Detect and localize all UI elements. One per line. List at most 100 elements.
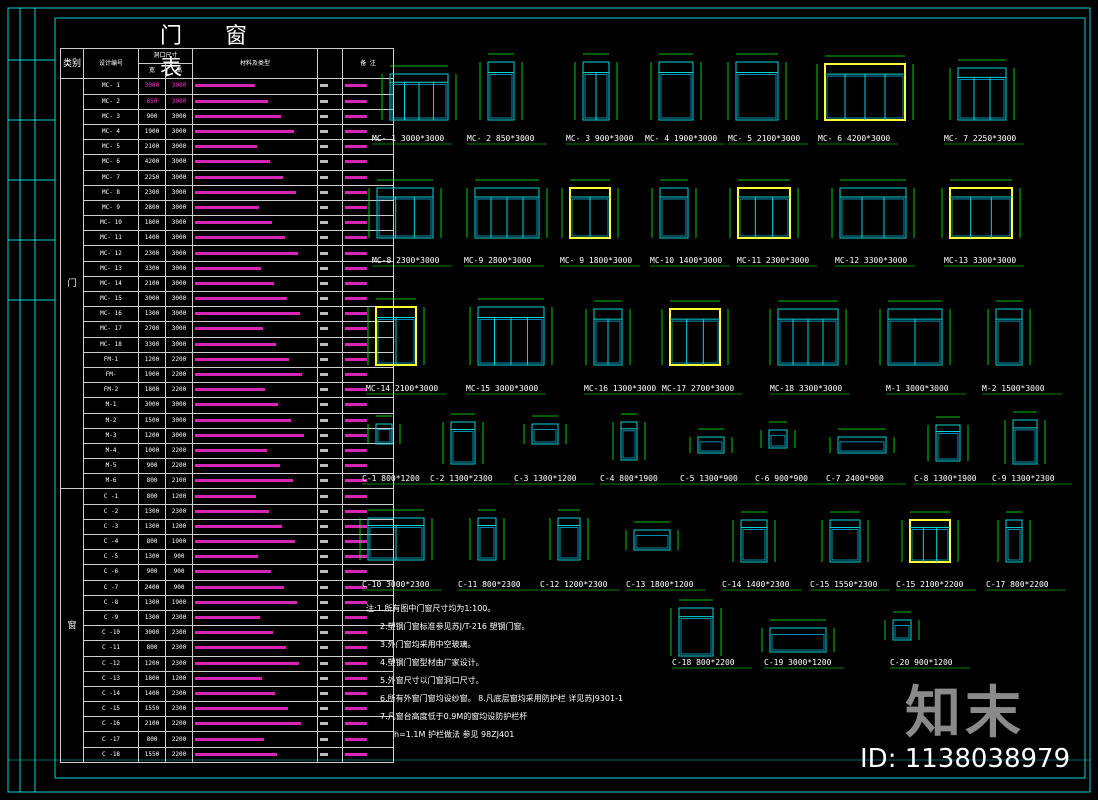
elevation-label: MC-11 2300*3000 — [737, 256, 810, 265]
elevation-label: MC- 3 900*3000 — [566, 134, 634, 143]
glass-pane — [742, 529, 766, 561]
watermark-brand: 知末 — [905, 681, 1025, 746]
window-frame — [1005, 519, 1023, 563]
elevation-label: MC- 6 4200*3000 — [818, 134, 891, 143]
glass-pane — [937, 433, 959, 460]
glass-pane — [377, 429, 391, 443]
elevation-label: MC- 4 1900*3000 — [645, 134, 718, 143]
notes-block: 注:1.所有图中门窗尺寸均为1:100。 2.塑钢门窗标准参见苏J/T-216 塑… — [366, 600, 623, 744]
window-frame — [375, 423, 393, 445]
window-frame — [658, 61, 694, 121]
glass-pane — [671, 320, 719, 364]
window-frame — [737, 187, 791, 239]
elevation-label: MC-12 3300*3000 — [835, 256, 908, 265]
elevation-label: MC-15 3000*3000 — [466, 384, 539, 393]
glass-pane — [622, 430, 636, 459]
glass-pane — [1014, 429, 1036, 463]
window-frame — [839, 187, 907, 239]
window-frame — [935, 424, 961, 462]
elevation-label: M-2 1500*3000 — [982, 384, 1045, 393]
window-frame — [829, 519, 861, 563]
glass-pane — [771, 633, 825, 651]
glass-pane — [533, 429, 557, 443]
glass-pane — [959, 79, 1005, 119]
elevation-label: C-15 2100*2200 — [896, 580, 964, 589]
elevation-label: MC-13 3300*3000 — [944, 256, 1017, 265]
elevation-label: C-1 800*1200 — [362, 474, 420, 483]
elevation-label: MC-14 2100*3000 — [366, 384, 439, 393]
window-frame — [995, 308, 1023, 366]
glass-pane — [661, 198, 687, 237]
note-line: 注:1.所有图中门窗尺寸均为1:100。 — [366, 604, 496, 613]
elevation-label: MC-16 1300*3000 — [584, 384, 657, 393]
elevation-label: C-9 1300*2300 — [992, 474, 1055, 483]
watermark-id: ID: 1138038979 — [860, 744, 1071, 774]
elevation-label: MC-10 1400*3000 — [650, 256, 723, 265]
glass-pane — [452, 431, 474, 463]
elevation-label: C-18 800*2200 — [672, 658, 735, 667]
window-frame — [669, 308, 721, 366]
note-line: 3.外门窗均采用中空玻璃。 — [380, 640, 476, 649]
elevation-label: C-6 900*900 — [755, 474, 808, 483]
elevation-label: C-10 3000*2300 — [362, 580, 430, 589]
elevation-label: C-2 1300*2300 — [430, 474, 493, 483]
elevation-label: MC-9 2800*3000 — [464, 256, 532, 265]
window-frame — [450, 421, 476, 465]
window-frame — [1012, 419, 1038, 465]
elevation-label: C-3 1300*1200 — [514, 474, 577, 483]
window-frame — [620, 421, 638, 461]
glass-pane — [951, 198, 1011, 237]
glass-pane — [1007, 529, 1021, 561]
elevation-label: C-4 800*1900 — [600, 474, 658, 483]
note-line: 5.外窗尺寸以门窗洞口尺寸。 — [380, 676, 484, 685]
note-line: 7.凡窗台高度低于0.9M的窗均设防护栏杆 — [380, 712, 528, 721]
glass-pane — [680, 618, 712, 655]
glass-pane — [635, 535, 669, 549]
glass-pane — [660, 74, 692, 119]
elevation-label: C-11 800*2300 — [458, 580, 521, 589]
elevation-label: M-1 3000*3000 — [886, 384, 949, 393]
glass-pane — [894, 625, 910, 639]
glass-pane — [378, 198, 432, 237]
note-line: 4.塑钢门窗型材由厂家设计。 — [380, 658, 484, 667]
glass-pane — [479, 527, 495, 559]
window-frame — [909, 519, 951, 563]
window-frame — [531, 423, 559, 445]
window-frame — [557, 517, 581, 561]
note-line: 6.所有外窗门窗均设纱窗。 8.凡底层窗均采用防护栏 详见苏J9301-1 — [380, 694, 624, 703]
window-frame — [678, 607, 714, 657]
elevation-label: MC-17 2700*3000 — [662, 384, 735, 393]
note-line: h=1.1M 护栏做法 参见 98ZJ401 — [394, 730, 515, 739]
window-frame — [735, 61, 779, 121]
window-frame — [477, 517, 497, 561]
elevation-label: C-5 1300*900 — [680, 474, 738, 483]
window-frame — [769, 627, 827, 653]
glass-pane — [770, 434, 786, 447]
elevation-label: MC-8 2300*3000 — [372, 256, 440, 265]
glass-pane — [489, 74, 513, 119]
elevation-label: C-7 2400*900 — [826, 474, 884, 483]
elevation-label: C-19 3000*1200 — [764, 658, 832, 667]
elevation-label: C-17 800*2200 — [986, 580, 1049, 589]
elevation-label: C-15 1550*2300 — [810, 580, 878, 589]
window-frame — [376, 187, 434, 239]
glass-pane — [737, 74, 777, 119]
glass-pane — [997, 320, 1021, 364]
glass-pane — [739, 198, 789, 237]
window-frame — [740, 519, 768, 563]
glass-pane — [699, 441, 723, 452]
window-frame — [892, 619, 912, 641]
window-frame — [487, 61, 515, 121]
elevation-label: MC- 9 1800*3000 — [560, 256, 633, 265]
glass-pane — [831, 529, 859, 561]
glass-pane — [839, 441, 885, 452]
window-frame — [633, 529, 671, 551]
elevation-label: C-8 1300*1900 — [914, 474, 977, 483]
elevation-label: C-13 1800*1200 — [626, 580, 694, 589]
elevation-label: C-20 900*1200 — [890, 658, 953, 667]
glass-pane — [841, 198, 905, 237]
note-line: 2.塑钢门窗标准参见苏J/T-216 塑钢门窗。 — [380, 622, 530, 631]
window-frame — [949, 187, 1013, 239]
window-frame — [659, 187, 689, 239]
window-frame — [697, 436, 725, 454]
